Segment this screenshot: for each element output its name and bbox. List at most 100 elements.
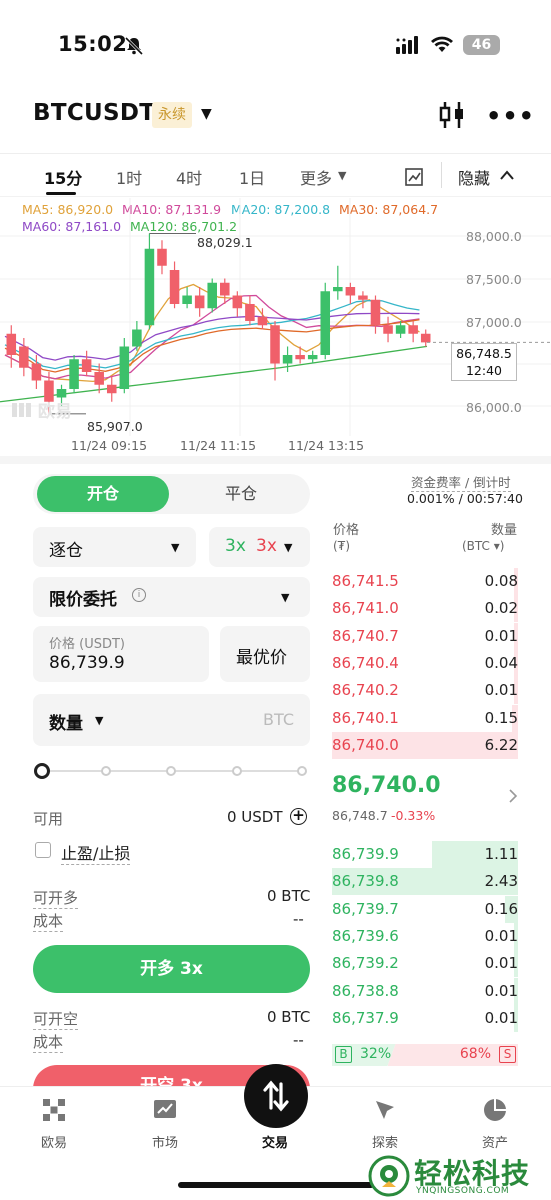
funding-rate-label[interactable]: 资金费率 / 倒计时 bbox=[411, 472, 511, 492]
order-price: 86,737.9 bbox=[332, 1008, 399, 1027]
margin-mode-select[interactable]: 逐仓 ▼ bbox=[33, 527, 196, 567]
tpsl-label[interactable]: 止盈/止损 bbox=[61, 840, 131, 865]
price-tick: 87,500.0 bbox=[466, 272, 522, 287]
more-caret-icon[interactable]: ▼ bbox=[338, 169, 346, 182]
candle-body bbox=[320, 291, 331, 355]
trade-fab-button[interactable] bbox=[244, 1064, 308, 1128]
candle-body bbox=[207, 282, 217, 309]
hide-toggle[interactable]: 隐藏 bbox=[458, 165, 490, 189]
candle-body bbox=[69, 359, 79, 389]
candle-body bbox=[420, 333, 431, 343]
bid-row[interactable]: 86,739.2 0.01 bbox=[332, 950, 518, 978]
col-price-header: 价格 bbox=[333, 523, 360, 538]
candle-body bbox=[220, 282, 230, 296]
bid-row[interactable]: 86,739.7 0.16 bbox=[332, 895, 518, 923]
col-price-unit: (₮) bbox=[333, 539, 350, 553]
ask-row[interactable]: 86,740.7 0.01 bbox=[332, 622, 518, 650]
candlestick-icon[interactable] bbox=[438, 100, 466, 130]
tab-1h[interactable]: 1时 bbox=[116, 165, 142, 189]
chevron-down-icon[interactable]: ▼ bbox=[201, 106, 212, 122]
order-price: 86,740.4 bbox=[332, 653, 399, 672]
quantity-slider-handle[interactable] bbox=[34, 763, 50, 779]
tab-more[interactable]: 更多 bbox=[300, 165, 332, 189]
add-funds-icon[interactable]: + bbox=[290, 808, 307, 825]
market-chart-icon[interactable] bbox=[152, 1097, 178, 1123]
slider-step[interactable] bbox=[232, 766, 242, 776]
caret-down-icon[interactable]: ▼ bbox=[95, 714, 103, 727]
nav-okx[interactable]: 欧易 bbox=[24, 1132, 84, 1151]
bid-row[interactable]: 86,737.9 0.01 bbox=[332, 1004, 518, 1032]
bid-row[interactable]: 86,738.8 0.01 bbox=[332, 977, 518, 1005]
bid-row[interactable]: 86,739.8 2.43 bbox=[332, 868, 518, 896]
okx-logo-icon bbox=[12, 403, 32, 417]
ask-row[interactable]: 86,740.4 0.04 bbox=[332, 649, 518, 677]
chevron-up-icon[interactable] bbox=[499, 169, 515, 181]
current-price-marker: 86,748.5 12:40 bbox=[451, 343, 517, 381]
nav-explore[interactable]: 探索 bbox=[355, 1132, 415, 1151]
more-options-icon[interactable]: ••• bbox=[486, 102, 535, 130]
ask-row[interactable]: 86,740.0 6.22 bbox=[332, 731, 518, 759]
nav-trade[interactable]: 交易 bbox=[245, 1132, 305, 1151]
candle-body bbox=[232, 295, 243, 309]
slider-step[interactable] bbox=[166, 766, 176, 776]
status-time: 15:02 bbox=[58, 32, 128, 56]
candle-body bbox=[119, 346, 130, 389]
order-qty: 0.01 bbox=[484, 626, 518, 645]
tab-15m[interactable]: 15分 bbox=[44, 165, 82, 189]
candle-body bbox=[395, 325, 406, 334]
quantity-input[interactable]: 数量 ▼ BTC bbox=[33, 694, 310, 746]
candle-body bbox=[194, 295, 205, 309]
assets-pie-icon[interactable] bbox=[482, 1097, 508, 1123]
open-long-button[interactable]: 开多 3x bbox=[33, 945, 310, 993]
col-qty-unit[interactable]: (BTC ▾) bbox=[462, 539, 504, 553]
candle-body bbox=[157, 248, 167, 266]
candle-body bbox=[94, 372, 104, 385]
tab-open-position[interactable]: 开仓 bbox=[37, 476, 169, 512]
indicator-settings-icon[interactable] bbox=[404, 167, 424, 187]
info-icon[interactable]: i bbox=[132, 588, 146, 602]
can-short-value: 0 BTC bbox=[267, 1008, 311, 1026]
chevron-right-icon[interactable] bbox=[508, 788, 518, 804]
time-tick: 11/24 09:15 bbox=[71, 438, 148, 453]
order-qty: 0.01 bbox=[484, 954, 518, 973]
price-input-label: 价格 (USDT) bbox=[49, 637, 125, 652]
symbol-title[interactable]: BTCUSDT bbox=[33, 100, 155, 126]
watermark-url: YNQINGSONG.COM bbox=[416, 1186, 510, 1196]
order-price: 86,740.0 bbox=[332, 735, 399, 754]
order-price: 86,739.2 bbox=[332, 954, 399, 973]
bid-row[interactable]: 86,739.9 1.11 bbox=[332, 841, 518, 868]
tab-4h[interactable]: 4时 bbox=[176, 165, 202, 189]
ask-row[interactable]: 86,741.0 0.02 bbox=[332, 595, 518, 623]
slider-step[interactable] bbox=[297, 766, 307, 776]
order-price: 86,739.7 bbox=[332, 899, 399, 918]
caret-down-icon: ▼ bbox=[284, 541, 293, 554]
ask-row[interactable]: 86,741.5 0.08 bbox=[332, 568, 518, 595]
order-type-value: 限价委托 bbox=[49, 590, 117, 610]
order-type-select[interactable]: 限价委托 i ▼ bbox=[33, 577, 310, 617]
order-qty: 0.16 bbox=[484, 899, 518, 918]
quantity-label: 数量 bbox=[49, 714, 83, 734]
ma-line bbox=[4, 312, 420, 361]
explore-compass-icon[interactable] bbox=[372, 1097, 398, 1123]
price-input[interactable]: 价格 (USDT) 86,739.9 bbox=[33, 626, 209, 682]
candle-body bbox=[257, 316, 268, 326]
leverage-select[interactable]: 3x 3x ▼ bbox=[209, 527, 310, 567]
tab-1d[interactable]: 1日 bbox=[239, 165, 265, 189]
ask-row[interactable]: 86,740.1 0.15 bbox=[332, 704, 518, 732]
leverage-short: 3x bbox=[256, 536, 277, 556]
nav-assets[interactable]: 资产 bbox=[465, 1132, 525, 1151]
ask-row[interactable]: 86,740.2 0.01 bbox=[332, 677, 518, 705]
tab-close-position[interactable]: 平仓 bbox=[175, 476, 307, 512]
can-long-value: 0 BTC bbox=[267, 887, 311, 905]
nav-market[interactable]: 市场 bbox=[135, 1132, 195, 1151]
candle-body bbox=[182, 295, 192, 304]
cost-label: 成本 bbox=[33, 912, 64, 932]
best-price-button[interactable]: 最优价 bbox=[220, 626, 310, 682]
slider-step[interactable] bbox=[101, 766, 111, 776]
bid-row[interactable]: 86,739.6 0.01 bbox=[332, 922, 518, 950]
tpsl-checkbox[interactable] bbox=[35, 842, 51, 858]
okx-home-icon[interactable] bbox=[41, 1097, 67, 1123]
can-long-label: 可开多 bbox=[33, 889, 79, 909]
order-price: 86,740.1 bbox=[332, 708, 399, 727]
buy-percent: 32% bbox=[360, 1046, 392, 1062]
